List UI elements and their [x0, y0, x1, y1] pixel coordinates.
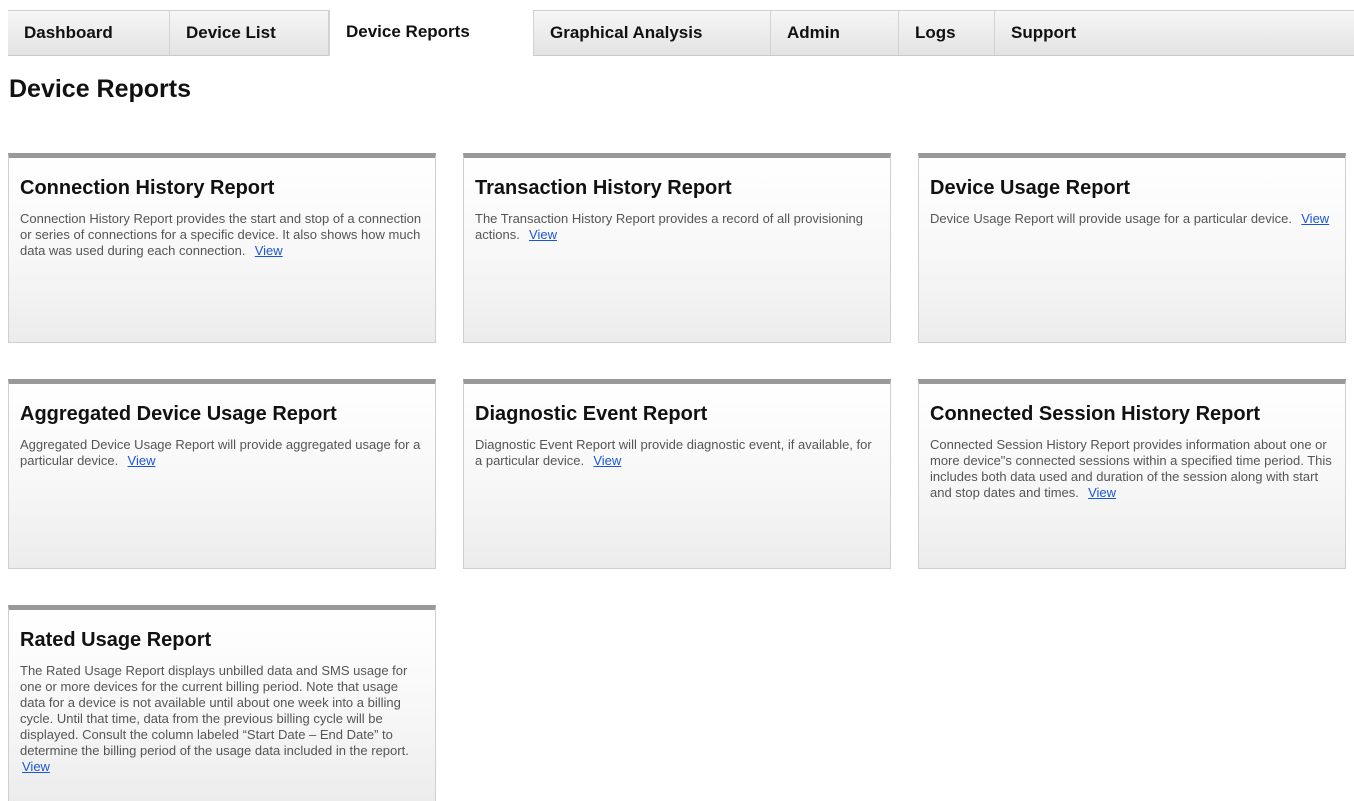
- report-card-transaction-history: Transaction History Report The Transacti…: [463, 153, 891, 343]
- tab-support[interactable]: Support: [995, 11, 1135, 55]
- tab-dashboard[interactable]: Dashboard: [8, 11, 170, 55]
- report-description-text: Connection History Report provides the s…: [20, 211, 422, 258]
- report-description-text: Aggregated Device Usage Report will prov…: [20, 437, 421, 468]
- report-description: Aggregated Device Usage Report will prov…: [20, 437, 424, 469]
- report-card-device-usage: Device Usage Report Device Usage Report …: [918, 153, 1346, 343]
- view-link[interactable]: View: [128, 453, 156, 468]
- tab-logs[interactable]: Logs: [899, 11, 995, 55]
- report-description-text: The Rated Usage Report displays unbilled…: [20, 663, 409, 758]
- tab-admin[interactable]: Admin: [771, 11, 899, 55]
- view-link[interactable]: View: [593, 453, 621, 468]
- report-title: Connection History Report: [20, 177, 275, 199]
- report-description: The Transaction History Report provides …: [475, 211, 879, 243]
- view-link[interactable]: View: [1301, 211, 1329, 226]
- tab-admin-label: Admin: [787, 23, 840, 42]
- report-card-aggregated-device-usage: Aggregated Device Usage Report Aggregate…: [8, 379, 436, 569]
- report-card-diagnostic-event: Diagnostic Event Report Diagnostic Event…: [463, 379, 891, 569]
- report-title: Connected Session History Report: [930, 403, 1261, 425]
- main-nav-bar: Dashboard Device List Device Reports Gra…: [8, 10, 1354, 56]
- report-title: Rated Usage Report: [20, 629, 212, 651]
- view-link[interactable]: View: [1088, 485, 1116, 500]
- report-card-rated-usage: Rated Usage Report The Rated Usage Repor…: [8, 605, 436, 801]
- report-description-text: Device Usage Report will provide usage f…: [930, 211, 1293, 226]
- report-title: Transaction History Report: [475, 177, 732, 199]
- view-link[interactable]: View: [255, 243, 283, 258]
- report-title: Device Usage Report: [930, 177, 1131, 199]
- tab-device-list[interactable]: Device List: [170, 11, 329, 55]
- view-link[interactable]: View: [22, 759, 50, 774]
- tab-logs-label: Logs: [915, 23, 956, 42]
- tab-device-reports[interactable]: Device Reports: [329, 10, 534, 56]
- report-description-text: Diagnostic Event Report will provide dia…: [475, 437, 872, 468]
- tab-graphical-analysis[interactable]: Graphical Analysis: [534, 11, 771, 55]
- tab-device-reports-label: Device Reports: [346, 22, 470, 41]
- view-link[interactable]: View: [529, 227, 557, 242]
- tab-dashboard-label: Dashboard: [24, 23, 113, 42]
- tab-support-label: Support: [1011, 23, 1077, 42]
- page-title: Device Reports: [9, 75, 192, 103]
- report-card-connection-history: Connection History Report Connection His…: [8, 153, 436, 343]
- report-description-text: Connected Session History Report provide…: [930, 437, 1332, 500]
- report-description: Diagnostic Event Report will provide dia…: [475, 437, 879, 469]
- report-description: Connection History Report provides the s…: [20, 211, 424, 259]
- tab-graphical-analysis-label: Graphical Analysis: [550, 23, 703, 42]
- report-description: Device Usage Report will provide usage f…: [930, 211, 1334, 227]
- report-description: The Rated Usage Report displays unbilled…: [20, 663, 424, 775]
- tab-device-list-label: Device List: [186, 23, 276, 42]
- report-card-connected-session-history: Connected Session History Report Connect…: [918, 379, 1346, 569]
- report-title: Diagnostic Event Report: [475, 403, 708, 425]
- report-title: Aggregated Device Usage Report: [20, 403, 337, 425]
- report-description: Connected Session History Report provide…: [930, 437, 1334, 501]
